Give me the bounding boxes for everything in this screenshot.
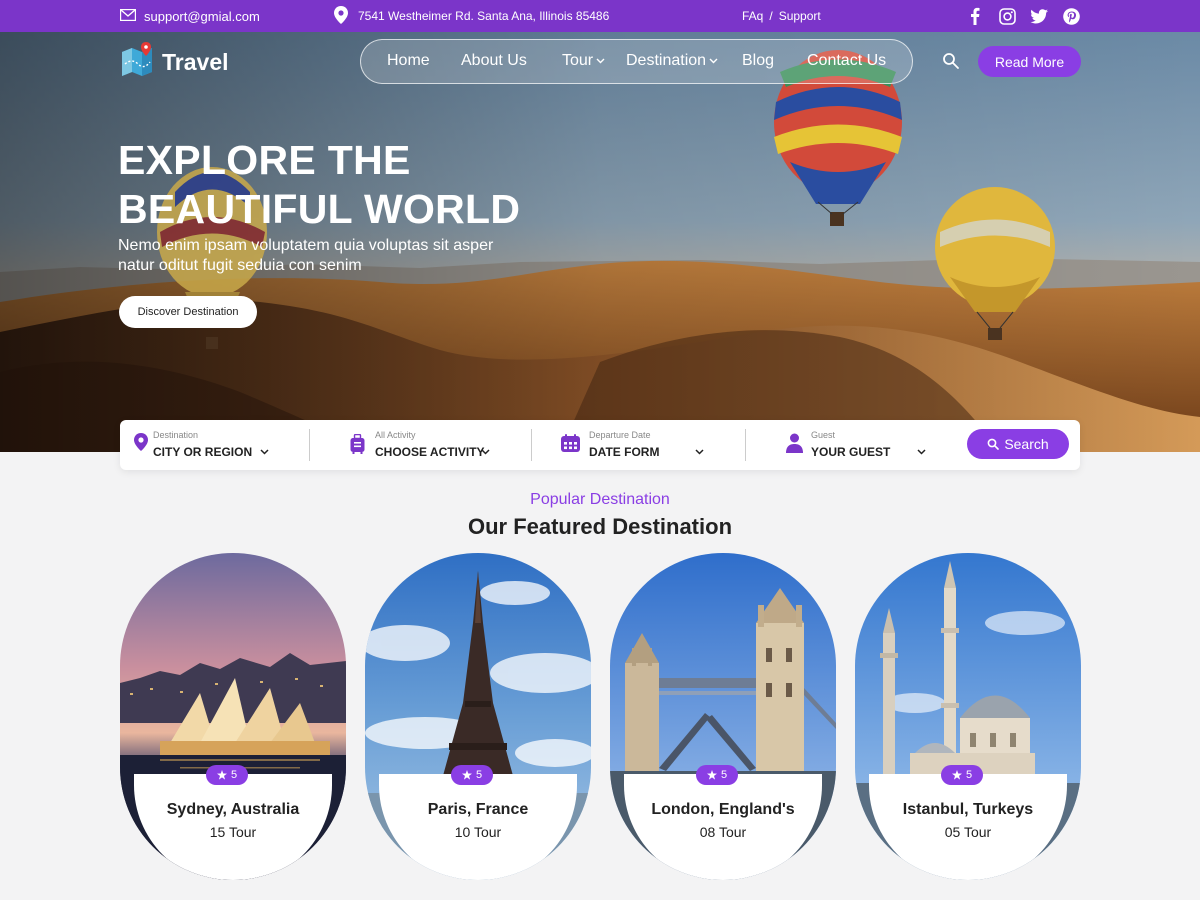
activity-label: All Activity xyxy=(375,430,416,440)
destination-field[interactable]: Destination CITY OR REGION xyxy=(134,420,304,470)
departure-date-label: Departure Date xyxy=(589,430,651,440)
support-link[interactable]: Support xyxy=(779,9,821,23)
destination-name: Paris, France xyxy=(427,801,529,818)
field-divider xyxy=(531,429,532,461)
tour-count: 08 Tour xyxy=(699,824,747,840)
activity-value: CHOOSE ACTIVITY xyxy=(375,445,485,459)
contact-email[interactable]: support@gmial.com xyxy=(119,0,260,32)
field-divider xyxy=(309,429,310,461)
rating-value: 5 xyxy=(720,769,728,781)
destination-value: CITY OR REGION xyxy=(153,445,253,459)
destination-card-istanbul[interactable]: 5 Istanbul, Turkeys 05 Tour xyxy=(855,553,1081,880)
nav-about-us[interactable]: About Us xyxy=(461,52,527,70)
link-separator: / xyxy=(769,9,773,23)
destination-card-london[interactable]: 5 London, England's 08 Tour xyxy=(610,553,836,880)
destination-card-paris[interactable]: 5 Paris, France 10 Tour xyxy=(365,553,591,880)
luggage-icon xyxy=(350,433,365,459)
chevron-down-icon xyxy=(481,449,490,455)
address-text: 7541 Westheimer Rd. Santa Ana, Illinois … xyxy=(358,9,610,23)
nav-tour-label: Tour xyxy=(562,52,594,69)
tour-count: 10 Tour xyxy=(454,824,502,840)
chevron-down-icon xyxy=(695,449,704,455)
guest-value: YOUR GUEST xyxy=(811,445,891,459)
tour-count: 15 Tour xyxy=(209,824,257,840)
social-links xyxy=(966,0,1080,32)
location-pin-icon xyxy=(334,5,348,27)
rating-badge: 5 xyxy=(206,765,248,785)
destination-name: Istanbul, Turkeys xyxy=(902,801,1034,818)
twitter-icon[interactable] xyxy=(1030,7,1048,25)
nav-blog[interactable]: Blog xyxy=(742,52,774,70)
rating-badge: 5 xyxy=(696,765,738,785)
rating-badge: 5 xyxy=(451,765,493,785)
chevron-down-icon xyxy=(260,449,269,455)
top-bar: support@gmial.com 7541 Westheimer Rd. Sa… xyxy=(0,0,1200,32)
star-icon xyxy=(706,770,717,780)
map-logo-icon xyxy=(120,42,156,82)
nav-destination-label: Destination xyxy=(626,52,707,69)
brand-name: Travel xyxy=(162,48,229,75)
nav-about-label: About Us xyxy=(461,52,527,69)
hero-title-line1: EXPLORE THE xyxy=(118,137,411,183)
nav-blog-label: Blog xyxy=(742,52,775,69)
search-icon xyxy=(987,438,1000,450)
star-icon xyxy=(216,770,227,780)
discover-destination-button[interactable]: Discover Destination xyxy=(119,296,257,328)
rating-value: 5 xyxy=(475,769,483,781)
search-button[interactable]: Search xyxy=(967,429,1069,459)
star-icon xyxy=(951,770,962,780)
destination-card-sydney[interactable]: 5 Sydney, Australia 15 Tour xyxy=(120,553,346,880)
location-pin-icon xyxy=(134,433,148,456)
search-icon[interactable] xyxy=(942,52,960,70)
field-divider xyxy=(745,429,746,461)
nav-home-label: Home xyxy=(387,52,430,69)
mail-icon xyxy=(119,8,137,24)
rating-value: 5 xyxy=(230,769,238,781)
chevron-down-icon xyxy=(596,58,605,64)
hero-title-line2: BEAUTIFUL WORLD xyxy=(118,186,521,232)
nav-home[interactable]: Home xyxy=(387,52,430,70)
rating-badge: 5 xyxy=(941,765,983,785)
search-button-label: Search xyxy=(1004,436,1049,452)
section-title: Our Featured Destination xyxy=(467,514,733,539)
user-icon xyxy=(786,433,803,458)
support-links: FAq / Support xyxy=(742,0,821,32)
instagram-icon[interactable] xyxy=(998,7,1016,25)
faq-link[interactable]: FAq xyxy=(742,9,763,23)
destination-label: Destination xyxy=(153,430,199,440)
departure-date-field[interactable]: Departure Date DATE FORM xyxy=(561,420,711,470)
guest-field[interactable]: Guest YOUR GUEST xyxy=(786,420,936,470)
trip-search-bar: Destination CITY OR REGION All Activity … xyxy=(120,420,1080,470)
nav-tour[interactable]: Tour xyxy=(562,52,605,70)
destination-name: Sydney, Australia xyxy=(166,801,300,818)
hero-title: EXPLORE THE BEAUTIFUL WORLD xyxy=(118,136,520,234)
chevron-down-icon xyxy=(709,58,718,64)
contact-address: 7541 Westheimer Rd. Santa Ana, Illinois … xyxy=(334,0,609,32)
departure-date-value: DATE FORM xyxy=(589,445,660,459)
calendar-icon xyxy=(561,434,580,457)
tour-count: 05 Tour xyxy=(944,824,992,840)
section-eyebrow: Popular Destination xyxy=(530,491,670,508)
read-more-button[interactable]: Read More xyxy=(978,46,1081,77)
brand-logo[interactable]: Travel xyxy=(120,42,229,82)
nav-contact-us[interactable]: Contact Us xyxy=(807,52,886,70)
hero-subtitle: Nemo enim ipsam voluptatem quia voluptas… xyxy=(118,237,494,274)
chevron-down-icon xyxy=(917,449,926,455)
star-icon xyxy=(461,770,472,780)
activity-field[interactable]: All Activity CHOOSE ACTIVITY xyxy=(350,420,530,470)
rating-value: 5 xyxy=(965,769,973,781)
email-text: support@gmial.com xyxy=(144,8,260,24)
nav-contact-label: Contact Us xyxy=(807,52,887,69)
guest-label: Guest xyxy=(811,430,836,440)
hero-section: EXPLORE THE BEAUTIFUL WORLD Nemo enim ip… xyxy=(0,32,1200,452)
destination-name: London, England's xyxy=(651,801,795,818)
nav-destination[interactable]: Destination xyxy=(626,52,718,70)
facebook-icon[interactable] xyxy=(966,7,984,25)
pinterest-icon[interactable] xyxy=(1062,7,1080,25)
main-nav: Home About Us Tour Destination Blog Cont… xyxy=(360,39,913,84)
